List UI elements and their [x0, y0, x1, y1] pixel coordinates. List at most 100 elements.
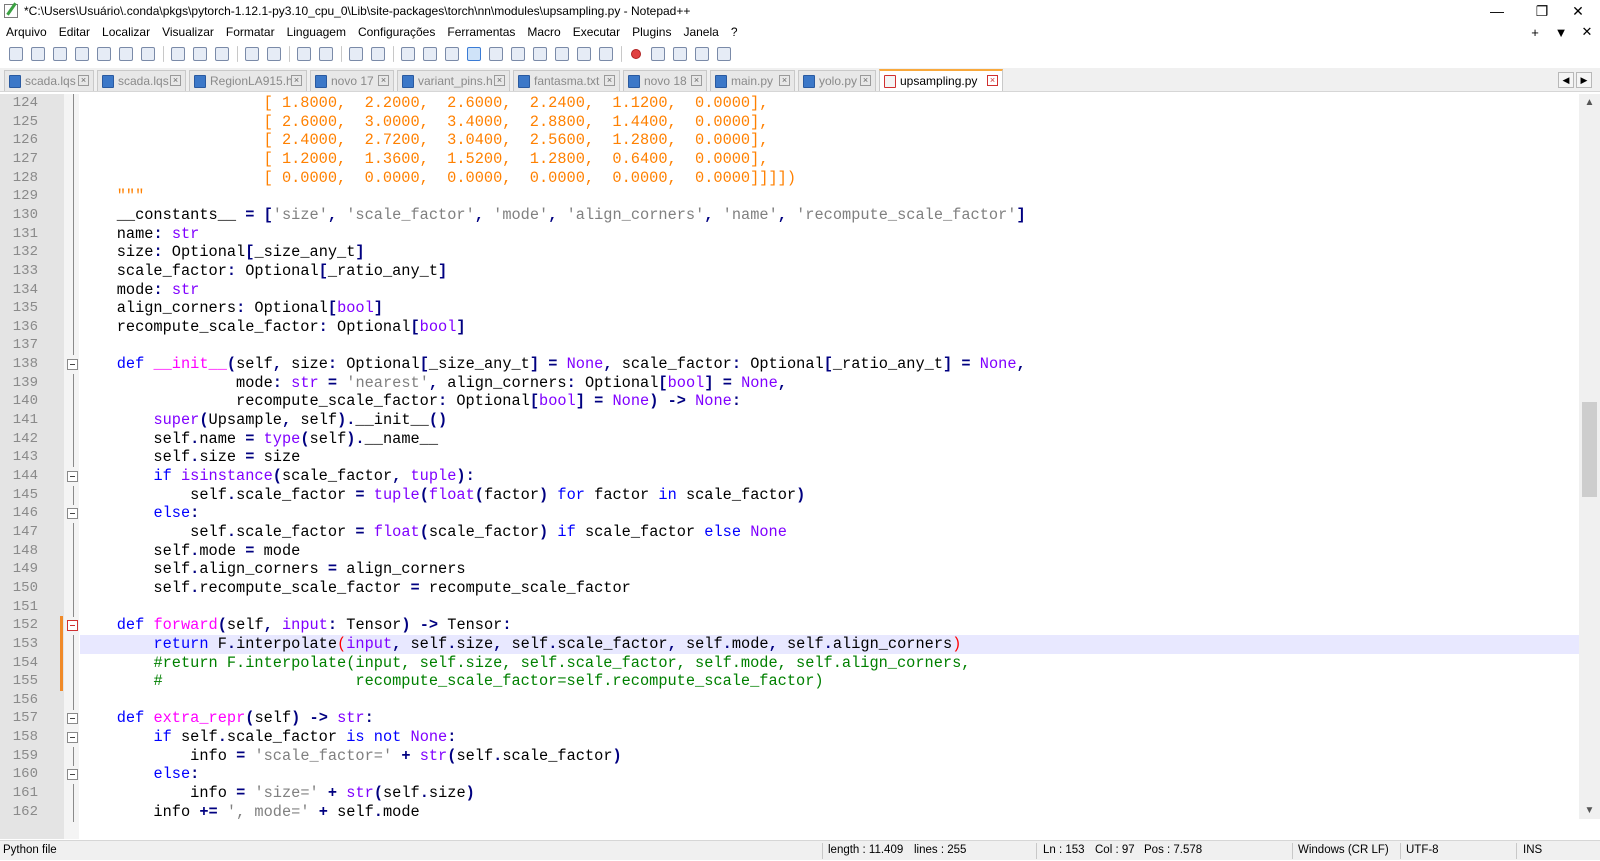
scroll-thumb[interactable]: [1582, 402, 1597, 497]
menu-plugins[interactable]: Plugins: [626, 25, 677, 39]
tab-close-icon[interactable]: ×: [291, 75, 302, 86]
code-text[interactable]: self.scale_factor = tuple(float(factor) …: [80, 486, 805, 505]
tab-scroll-left-icon[interactable]: ◀: [1558, 72, 1574, 88]
undo-icon[interactable]: [242, 44, 262, 64]
scroll-down-arrow[interactable]: ▼: [1579, 802, 1600, 819]
code-line[interactable]: 133 scale_factor: Optional[_ratio_any_t]: [0, 261, 1579, 281]
tab-close-icon[interactable]: ×: [987, 75, 998, 86]
monitoring-icon[interactable]: [596, 44, 616, 64]
code-text[interactable]: self.name = type(self).__name__: [80, 430, 438, 449]
code-line[interactable]: 140 recompute_scale_factor: Optional[boo…: [0, 392, 1579, 412]
code-text[interactable]: [ 1.8000, 2.2000, 2.6000, 2.2400, 1.1200…: [80, 94, 769, 113]
code-text[interactable]: self.align_corners = align_corners: [80, 560, 465, 579]
code-text[interactable]: # recompute_scale_factor=self.recompute_…: [80, 672, 823, 691]
status-encoding[interactable]: UTF-8: [1406, 841, 1439, 861]
menu-ferramentas[interactable]: Ferramentas: [441, 25, 521, 39]
code-text[interactable]: [ 2.4000, 2.7200, 3.0400, 2.5600, 1.2800…: [80, 131, 769, 150]
menu-linguagem[interactable]: Linguagem: [281, 25, 352, 39]
code-line[interactable]: 151: [0, 597, 1579, 617]
zoom-in-icon[interactable]: [346, 44, 366, 64]
play-macro-icon[interactable]: [670, 44, 690, 64]
cut-icon[interactable]: [168, 44, 188, 64]
code-line[interactable]: 134 mode: str: [0, 280, 1579, 300]
code-text[interactable]: info = 'size=' + str(self.size): [80, 784, 475, 803]
code-text[interactable]: self.recompute_scale_factor = recompute_…: [80, 579, 630, 598]
code-line[interactable]: 159 info = 'scale_factor=' + str(self.sc…: [0, 746, 1579, 766]
record-macro-icon[interactable]: [626, 44, 646, 64]
tab-close-icon[interactable]: ×: [779, 75, 790, 86]
minimize-button[interactable]: —: [1475, 0, 1519, 22]
tab-upsampling-py[interactable]: upsampling.py ×: [879, 69, 1003, 91]
code-line[interactable]: 146 else:: [0, 504, 1579, 523]
code-line[interactable]: 160 else:: [0, 765, 1579, 784]
tab-close-icon[interactable]: ×: [494, 75, 505, 86]
code-text[interactable]: [ 1.2000, 1.3600, 1.5200, 1.2800, 0.6400…: [80, 150, 769, 169]
close-icon[interactable]: [94, 44, 114, 64]
code-line[interactable]: 125 [ 2.6000, 3.0000, 3.4000, 2.8800, 1.…: [0, 112, 1579, 132]
language-icon[interactable]: [508, 44, 528, 64]
code-line[interactable]: 128 [ 0.0000, 0.0000, 0.0000, 0.0000, 0.…: [0, 168, 1579, 188]
code-text[interactable]: if isinstance(scale_factor, tuple):: [80, 467, 474, 486]
code-text[interactable]: info = 'scale_factor=' + str(self.scale_…: [80, 747, 622, 766]
tab-yolo-py[interactable]: yolo.py ×: [798, 70, 876, 91]
code-line[interactable]: 153 return F.interpolate(input, self.siz…: [0, 634, 1579, 654]
fold-toggle-icon[interactable]: [67, 471, 78, 482]
code-text[interactable]: name: str: [80, 225, 200, 244]
tab-regionla915-h[interactable]: RegionLA915.h ×: [189, 70, 307, 91]
code-line[interactable]: 138 def __init__(self, size: Optional[_s…: [0, 355, 1579, 374]
indent-guide-icon[interactable]: [486, 44, 506, 64]
tab-fantasma-txt[interactable]: fantasma.txt ×: [513, 70, 620, 91]
code-line[interactable]: 142 self.name = type(self).__name__: [0, 429, 1579, 449]
tab-variant-pins-h[interactable]: variant_pins.h ×: [397, 70, 510, 91]
code-text[interactable]: def forward(self, input: Tensor) -> Tens…: [80, 616, 512, 635]
tab-novo-17[interactable]: novo 17 ×: [310, 70, 394, 91]
code-text[interactable]: size: Optional[_size_any_t]: [80, 243, 365, 262]
code-line[interactable]: 124 [ 1.8000, 2.2000, 2.6000, 2.2400, 1.…: [0, 94, 1579, 113]
menu-new-tab-button[interactable]: +: [1522, 25, 1548, 40]
tab-novo-18[interactable]: novo 18 ×: [623, 70, 707, 91]
code-text[interactable]: scale_factor: Optional[_ratio_any_t]: [80, 262, 448, 281]
tab-close-icon[interactable]: ×: [78, 75, 89, 86]
code-line[interactable]: 132 size: Optional[_size_any_t]: [0, 243, 1579, 263]
code-text[interactable]: __constants__ = ['size', 'scale_factor',…: [80, 206, 1026, 225]
tab-close-icon[interactable]: ×: [860, 75, 871, 86]
function-list-icon[interactable]: [552, 44, 572, 64]
code-text[interactable]: def extra_repr(self) -> str:: [80, 709, 374, 728]
save-icon[interactable]: [50, 44, 70, 64]
menu-localizar[interactable]: Localizar: [96, 25, 156, 39]
zoom-out-icon[interactable]: [368, 44, 388, 64]
menu-formatar[interactable]: Formatar: [220, 25, 281, 39]
run-macro-multiple-icon[interactable]: [692, 44, 712, 64]
code-line[interactable]: 135 align_corners: Optional[bool]: [0, 299, 1579, 319]
fold-toggle-icon[interactable]: [67, 620, 78, 632]
code-text[interactable]: def __init__(self, size: Optional[_size_…: [80, 355, 1026, 374]
menu-janela[interactable]: Janela: [677, 25, 724, 39]
code-line[interactable]: 129 """: [0, 187, 1579, 207]
code-text[interactable]: else:: [80, 765, 199, 784]
code-line[interactable]: 139 mode: str = 'nearest', align_corners…: [0, 373, 1579, 393]
code-text[interactable]: return F.interpolate(input, self.size, s…: [80, 634, 1579, 654]
code-line[interactable]: 148 self.mode = mode: [0, 541, 1579, 561]
close-all-icon[interactable]: [116, 44, 136, 64]
code-text[interactable]: mode: str: [80, 281, 200, 300]
show-all-chars-icon[interactable]: [464, 44, 484, 64]
code-text[interactable]: if self.scale_factor is not None:: [80, 728, 456, 747]
new-file-icon[interactable]: [6, 44, 26, 64]
code-line[interactable]: 154 #return F.interpolate(input, self.si…: [0, 653, 1579, 673]
tab-close-icon[interactable]: ×: [604, 75, 615, 86]
save-all-icon[interactable]: [72, 44, 92, 64]
redo-icon[interactable]: [264, 44, 284, 64]
find-icon[interactable]: [294, 44, 314, 64]
code-line[interactable]: 157 def extra_repr(self) -> str:: [0, 709, 1579, 728]
status-eol[interactable]: Windows (CR LF): [1298, 841, 1389, 861]
save-macro-icon[interactable]: [714, 44, 734, 64]
code-line[interactable]: 161 info = 'size=' + str(self.size): [0, 784, 1579, 804]
code-line[interactable]: 141 super(Upsample, self).__init__(): [0, 411, 1579, 431]
tab-close-icon[interactable]: ×: [170, 75, 181, 86]
menu-close-tab-button[interactable]: ✕: [1574, 24, 1600, 40]
menu-arquivo[interactable]: Arquivo: [0, 25, 53, 39]
code-text[interactable]: [ 0.0000, 0.0000, 0.0000, 0.0000, 0.0000…: [80, 169, 796, 188]
fold-toggle-icon[interactable]: [67, 359, 78, 371]
code-text[interactable]: recompute_scale_factor: Optional[bool] =…: [80, 392, 741, 411]
open-file-icon[interactable]: [28, 44, 48, 64]
